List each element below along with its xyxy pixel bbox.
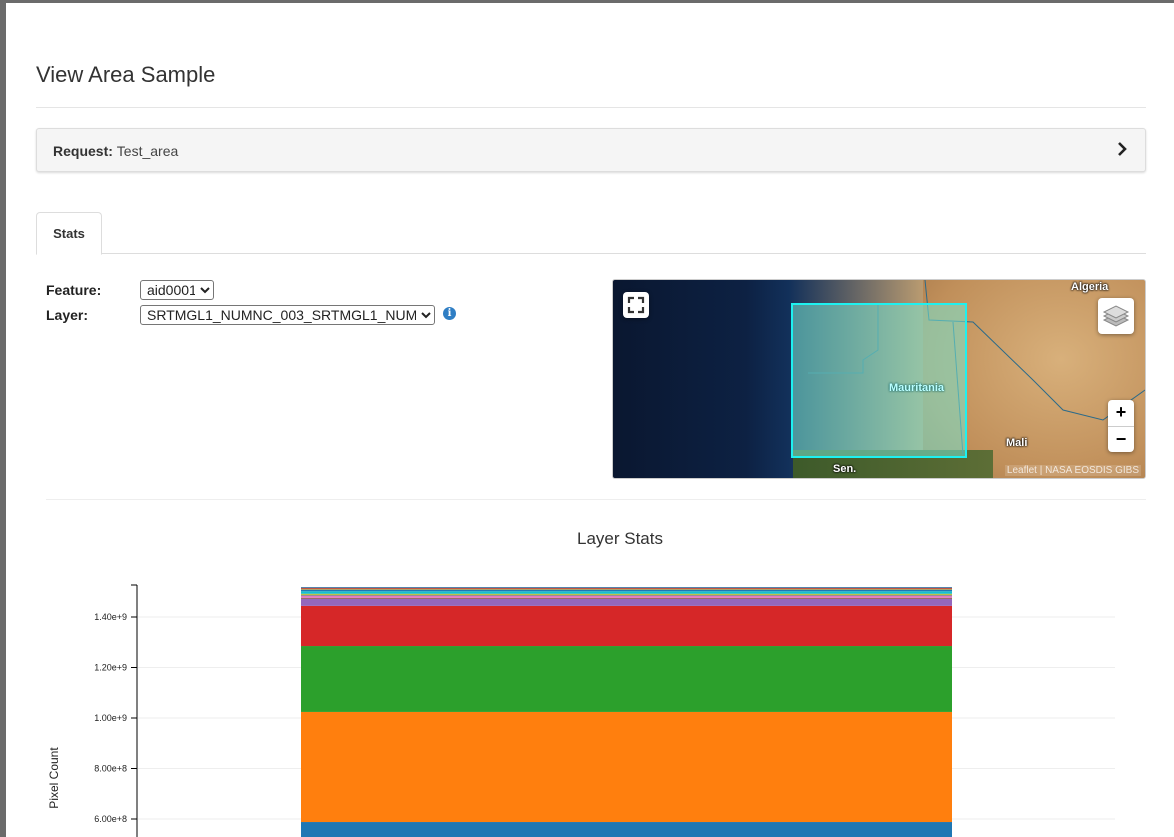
bar-segment-9[interactable]	[301, 591, 952, 594]
bar-segment-10[interactable]	[301, 589, 952, 592]
request-label-text: Request:	[53, 143, 113, 159]
info-circle-icon[interactable]: i	[443, 307, 456, 320]
fullscreen-button[interactable]	[623, 292, 649, 318]
bar-segment-1[interactable]	[301, 711, 952, 823]
divider	[36, 107, 1146, 108]
tabs-divider	[36, 253, 1146, 254]
request-label: Request: Test_area	[53, 143, 178, 159]
divider	[46, 499, 1146, 500]
chevron-right-icon[interactable]	[1113, 139, 1131, 159]
page-title: View Area Sample	[36, 62, 216, 87]
y-tick-label: 1.40e+9	[94, 612, 127, 622]
map-label-mauritania: Mauritania	[889, 382, 945, 394]
layer-label: Layer:	[46, 307, 89, 323]
bar-segment-0[interactable]	[301, 822, 952, 837]
y-tick-label: 8.00e+8	[94, 764, 127, 774]
layer-select[interactable]: SRTMGL1_NUMNC_003_SRTMGL1_NUM	[140, 305, 435, 325]
y-tick-label: 1.20e+9	[94, 663, 127, 673]
area-of-interest-box	[791, 303, 967, 458]
bar-segment-3[interactable]	[301, 605, 952, 647]
bar-segment-4[interactable]	[301, 598, 952, 606]
bar-segment-2[interactable]	[301, 646, 952, 712]
request-value: Test_area	[116, 143, 179, 159]
tab-stats[interactable]: Stats	[36, 212, 102, 255]
bar-segment-13[interactable]	[301, 587, 952, 589]
stacked-bar-chart: 6.00e+8 8.00e+8 1.00e+9 1.20e+9 1.40e+9 Pixe…	[47, 584, 1115, 837]
feature-label: Feature:	[46, 282, 102, 298]
zoom-out-button[interactable]: −	[1108, 427, 1134, 453]
bar-segment-5[interactable]	[301, 597, 952, 599]
bar-segment-6[interactable]	[301, 595, 952, 598]
layers-icon	[1102, 305, 1130, 327]
y-axis-label: Pixel Count	[47, 747, 61, 809]
layers-button[interactable]	[1098, 298, 1134, 334]
map[interactable]: Mauritania Mali Sen. Algeria + − Leaflet…	[612, 279, 1146, 479]
window-border-top	[0, 0, 1174, 3]
chart-title: Layer Stats	[577, 529, 663, 548]
bar-segment-11[interactable]	[301, 589, 952, 590]
zoom-in-button[interactable]: +	[1108, 400, 1134, 427]
zoom-control: + −	[1108, 400, 1134, 452]
request-panel-header[interactable]: Request: Test_area	[36, 128, 1146, 172]
map-label-senegal: Sen.	[833, 463, 857, 475]
bar-segment-12[interactable]	[301, 588, 952, 590]
map-label-algeria: Algeria	[1071, 281, 1109, 293]
y-tick-label: 6.00e+8	[94, 814, 127, 824]
fullscreen-icon	[627, 296, 645, 314]
feature-select[interactable]: aid0001	[140, 280, 214, 300]
bar-segment-8[interactable]	[301, 593, 952, 595]
map-label-mali: Mali	[1006, 437, 1028, 449]
y-tick-label: 1.00e+9	[94, 713, 127, 723]
bar-segment-14[interactable]	[301, 587, 952, 588]
map-attribution[interactable]: Leaflet | NASA EOSDIS GIBS	[1004, 465, 1141, 476]
bar-segment-7[interactable]	[301, 594, 952, 596]
